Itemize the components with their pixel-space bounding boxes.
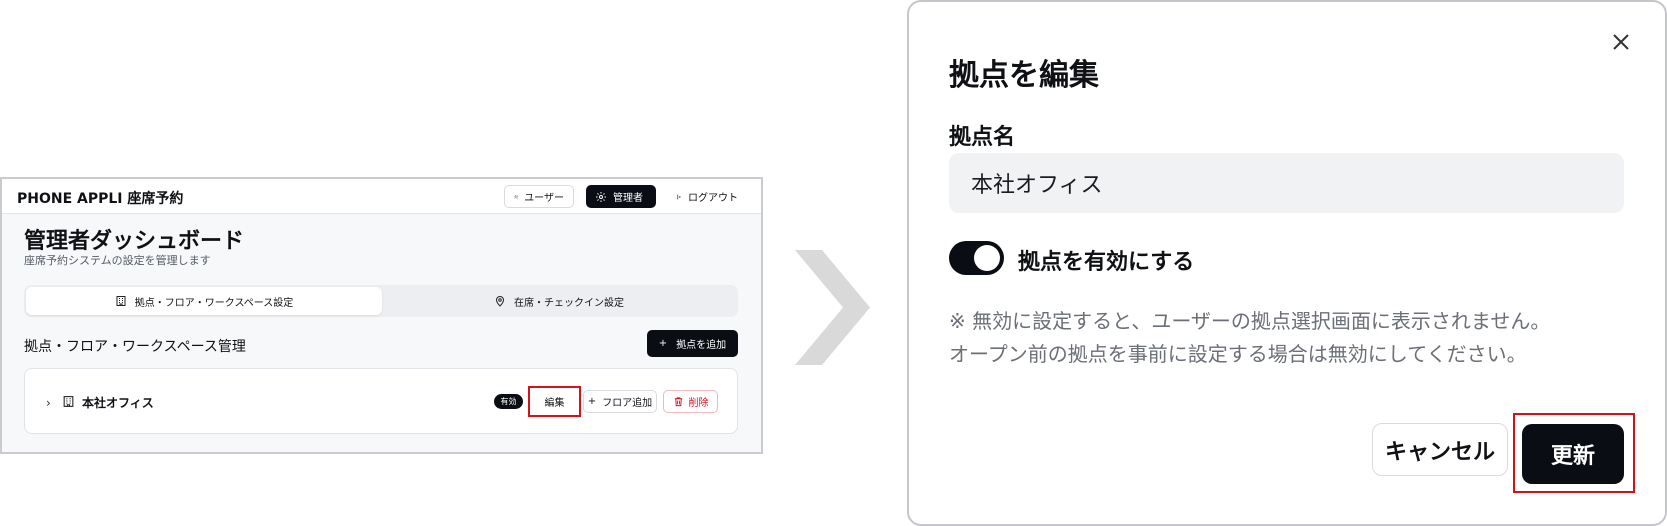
status-badge: 有効 xyxy=(494,394,523,409)
app-title: PHONE APPLI 座席予約 xyxy=(17,191,184,207)
chevron-right-icon[interactable]: › xyxy=(46,396,51,410)
users-icon xyxy=(514,194,519,199)
logout-button-label: ログアウト xyxy=(688,193,738,204)
update-button[interactable]: 更新 xyxy=(1522,424,1624,484)
note-line: オープン前の拠点を事前に設定する場合は無効にしてください。 xyxy=(949,342,1527,366)
delete-button[interactable]: 削除 xyxy=(663,390,718,413)
app-header: PHONE APPLI 座席予約 ユーザー 管理者 ログアウト xyxy=(2,179,761,214)
add-floor-button[interactable]: + フロア追加 xyxy=(583,390,657,413)
edit-button-label: 編集 xyxy=(544,398,565,409)
map-pin-icon xyxy=(495,296,505,307)
trash-icon xyxy=(674,397,682,407)
user-button-label: ユーザー xyxy=(524,193,564,204)
note-line: ※ 無効に設定すると、ユーザーの拠点選択画面に表示されません。 xyxy=(949,309,1551,333)
admin-button[interactable]: 管理者 xyxy=(586,185,656,208)
update-highlight-frame: 更新 xyxy=(1513,413,1635,493)
site-name: 本社オフィス xyxy=(82,396,154,410)
enable-site-toggle[interactable] xyxy=(949,241,1004,275)
tab-label: 拠点・フロア・ワークスペース設定 xyxy=(134,297,294,309)
delete-button-label: 削除 xyxy=(688,398,709,409)
note-text: ※ 無効に設定すると、ユーザーの拠点選択画面に表示されません。 オープン前の拠点… xyxy=(949,305,1550,371)
building-icon xyxy=(116,296,126,306)
admin-button-label: 管理者 xyxy=(613,193,643,204)
close-icon[interactable] xyxy=(1611,32,1631,52)
site-card: › 本社オフィス 有効 編集 + フロア追加 削除 xyxy=(24,368,738,434)
building-icon xyxy=(63,396,74,407)
update-button-label: 更新 xyxy=(1550,444,1595,469)
tab-site-floor-workspace[interactable]: 拠点・フロア・ワークスペース設定 xyxy=(26,287,382,315)
user-button[interactable]: ユーザー xyxy=(504,185,574,208)
tab-label: 在席・チェックイン設定 xyxy=(514,297,624,309)
cancel-button[interactable]: キャンセル xyxy=(1372,423,1508,476)
settings-tabs: 拠点・フロア・ワークスペース設定 在席・チェックイン設定 xyxy=(24,285,738,317)
plus-icon: + xyxy=(587,396,597,407)
toggle-knob xyxy=(974,245,1000,271)
chevron-arrow-icon xyxy=(795,250,870,365)
page-title: 管理者ダッシュボード xyxy=(24,229,245,254)
enable-site-label: 拠点を有効にする xyxy=(1018,250,1195,275)
site-name-input[interactable] xyxy=(949,153,1624,213)
logout-button[interactable]: ログアウト xyxy=(667,185,747,208)
edit-site-modal: 拠点を編集 拠点名 拠点を有効にする ※ 無効に設定すると、ユーザーの拠点選択画… xyxy=(907,0,1667,526)
site-name-label: 拠点名 xyxy=(949,125,1016,150)
page-subtitle: 座席予約システムの設定を管理します xyxy=(24,254,211,267)
modal-title: 拠点を編集 xyxy=(949,58,1099,93)
tab-presence-checkin[interactable]: 在席・チェックイン設定 xyxy=(382,287,736,315)
add-site-label: 拠点を追加 xyxy=(676,340,727,351)
add-floor-label: フロア追加 xyxy=(602,398,653,409)
gear-icon xyxy=(596,191,606,202)
logout-icon xyxy=(677,194,681,199)
dashboard-screenshot: PHONE APPLI 座席予約 ユーザー 管理者 ログアウト 管理者ダッシュボ… xyxy=(0,177,763,454)
edit-button[interactable]: 編集 xyxy=(528,386,581,417)
section-title: 拠点・フロア・ワークスペース管理 xyxy=(24,339,246,355)
add-site-button[interactable]: + 拠点を追加 xyxy=(647,330,738,357)
cancel-button-label: キャンセル xyxy=(1384,439,1495,465)
plus-icon: + xyxy=(658,338,668,349)
